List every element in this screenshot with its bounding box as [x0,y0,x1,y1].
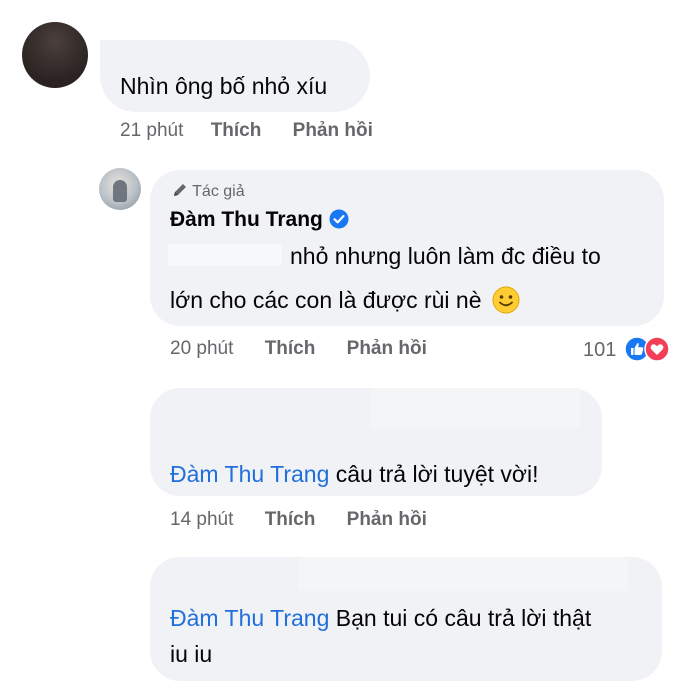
avatar-photo-figure [113,180,127,202]
author-name[interactable]: Đàm Thu Trang [170,208,323,231]
author-comment-line2: lớn cho các con là được rùi nè [170,282,520,318]
redacted-area [298,557,628,591]
author-name-row[interactable]: Đàm Thu Trang [170,208,349,232]
author-avatar[interactable] [99,168,141,210]
reply-button[interactable]: Phản hồi [347,509,427,530]
author-comment-meta: 20 phút Thích Phản hồi [170,338,427,360]
reply-button[interactable]: Phản hồi [293,120,373,141]
author-comment-time[interactable]: 20 phút [170,338,233,359]
reply-text-line1: Bạn tui có câu trả lời thật [335,605,592,631]
reply-meta: 14 phút Thích Phản hồi [170,509,427,531]
author-comment-line1: nhỏ nhưng luôn làm đc điều to [290,243,601,269]
love-icon [644,336,670,362]
comment-meta: 21 phút Thích Phản hồi [120,120,373,142]
like-button[interactable]: Thích [265,509,316,530]
reply-button[interactable]: Phản hồi [347,338,427,359]
reply-text-body: câu trả lời tuyệt vời! [335,461,539,487]
author-comment-line2-text: lớn cho các con là được rùi nè [170,287,482,313]
verified-badge-icon [329,209,349,229]
author-role-label: Tác giả [192,183,245,200]
reaction-count: 101 [583,339,617,361]
like-button[interactable]: Thích [211,120,262,141]
mention-link[interactable]: Đàm Thu Trang [170,461,329,487]
mention-link[interactable]: Đàm Thu Trang [170,605,329,631]
author-role: Tác giả [172,182,245,201]
pen-icon [174,184,186,196]
redacted-mention [168,244,282,266]
reaction-summary[interactable]: 101 [583,336,670,362]
reply-time[interactable]: 14 phút [170,509,233,530]
reply-text: Đàm Thu Trang câu trả lời tuyệt vời! [170,456,539,492]
like-button[interactable]: Thích [265,338,316,359]
reply-text-line2: iu iu [170,641,213,667]
redacted-area [370,388,580,428]
reply-text: Đàm Thu Trang Bạn tui có câu trả lời thậ… [170,600,650,672]
comment-text: Nhìn ông bố nhỏ xíu [120,73,328,99]
comment-time[interactable]: 21 phút [120,120,183,141]
smile-emoji-icon [492,286,520,314]
commenter-avatar[interactable] [22,22,88,88]
